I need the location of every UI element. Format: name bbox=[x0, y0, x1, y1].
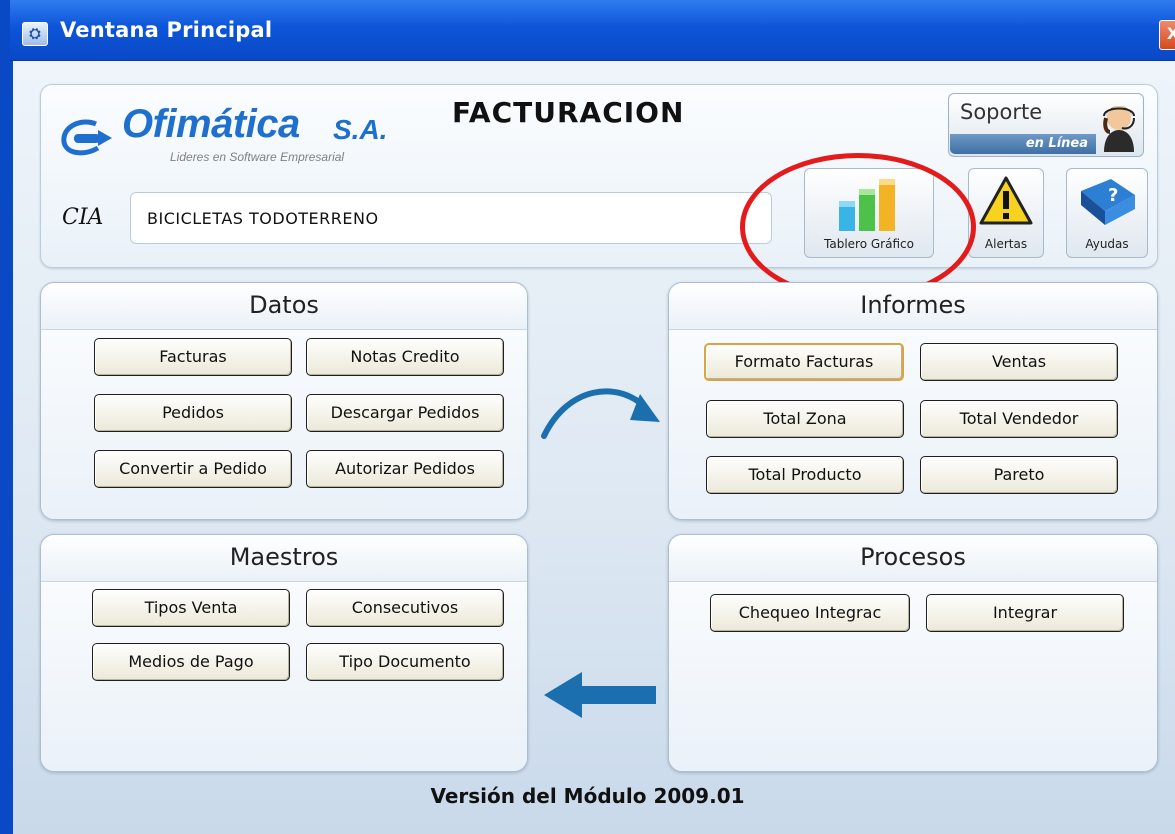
warning-icon bbox=[979, 176, 1033, 225]
ventas-button[interactable]: Ventas bbox=[920, 343, 1118, 381]
logo-mark-icon bbox=[61, 119, 112, 156]
tipo-documento-button[interactable]: Tipo Documento bbox=[306, 643, 504, 681]
help-book-icon: ? bbox=[1081, 179, 1135, 225]
facturas-button[interactable]: Facturas bbox=[94, 338, 292, 376]
integrar-button[interactable]: Integrar bbox=[926, 594, 1124, 632]
module-version: Versión del Módulo 2009.01 bbox=[430, 784, 745, 808]
panel-procesos-title: Procesos bbox=[669, 535, 1157, 582]
dashboard-highlight-circle bbox=[740, 153, 976, 301]
window-left-border bbox=[0, 0, 10, 834]
total-zona-button[interactable]: Total Zona bbox=[706, 400, 904, 438]
panel-maestros-title: Maestros bbox=[41, 535, 527, 582]
logo-name: Ofimática bbox=[122, 102, 300, 146]
logo-suffix: S.A. bbox=[333, 114, 388, 145]
close-button[interactable]: X bbox=[1159, 20, 1175, 50]
consecutivos-button[interactable]: Consecutivos bbox=[306, 589, 504, 627]
pareto-button[interactable]: Pareto bbox=[920, 456, 1118, 494]
formato-facturas-button[interactable]: Formato Facturas bbox=[704, 343, 904, 381]
window-title: Ventana Principal bbox=[60, 18, 273, 42]
alerts-button[interactable]: Alertas bbox=[968, 168, 1044, 258]
panel-datos-title: Datos bbox=[41, 283, 527, 330]
autorizar-pedidos-button[interactable]: Autorizar Pedidos bbox=[306, 450, 504, 488]
support-agent-icon bbox=[1103, 106, 1135, 152]
app-icon: ⛭ bbox=[22, 22, 48, 46]
tipos-venta-button[interactable]: Tipos Venta bbox=[92, 589, 290, 627]
svg-text:?: ? bbox=[1108, 185, 1118, 206]
total-producto-button[interactable]: Total Producto bbox=[706, 456, 904, 494]
support-label: Soporte bbox=[960, 100, 1043, 124]
panel-procesos: Procesos bbox=[668, 534, 1158, 772]
pedidos-button[interactable]: Pedidos bbox=[94, 394, 292, 432]
notas-credito-button[interactable]: Notas Credito bbox=[306, 338, 504, 376]
total-vendedor-button[interactable]: Total Vendedor bbox=[920, 400, 1118, 438]
logo-slogan: Lideres en Software Empresarial bbox=[170, 150, 345, 164]
title-bar[interactable]: ⛭ Ventana Principal X bbox=[0, 0, 1175, 61]
module-title: FACTURACION bbox=[452, 96, 685, 129]
chequeo-integracion-button[interactable]: Chequeo Integrac bbox=[710, 594, 910, 632]
company-field[interactable]: BICICLETAS TODOTERRENO bbox=[130, 192, 772, 244]
alerts-label: Alertas bbox=[984, 237, 1028, 251]
curved-arrow-right-icon bbox=[541, 388, 660, 439]
medios-de-pago-button[interactable]: Medios de Pago bbox=[92, 643, 290, 681]
convertir-a-pedido-button[interactable]: Convertir a Pedido bbox=[94, 450, 292, 488]
descargar-pedidos-button[interactable]: Descargar Pedidos bbox=[306, 394, 504, 432]
main-window: ⛭ Ventana Principal X 0101 1001 0110 110… bbox=[0, 0, 1175, 834]
cia-label: CIA bbox=[62, 205, 104, 230]
support-sub-label: en Línea bbox=[950, 134, 1096, 154]
help-button[interactable]: ? Ayudas bbox=[1066, 168, 1148, 258]
help-label: Ayudas bbox=[1085, 237, 1129, 251]
arrow-left-icon bbox=[544, 672, 656, 718]
panel-informes-title: Informes bbox=[669, 283, 1157, 330]
